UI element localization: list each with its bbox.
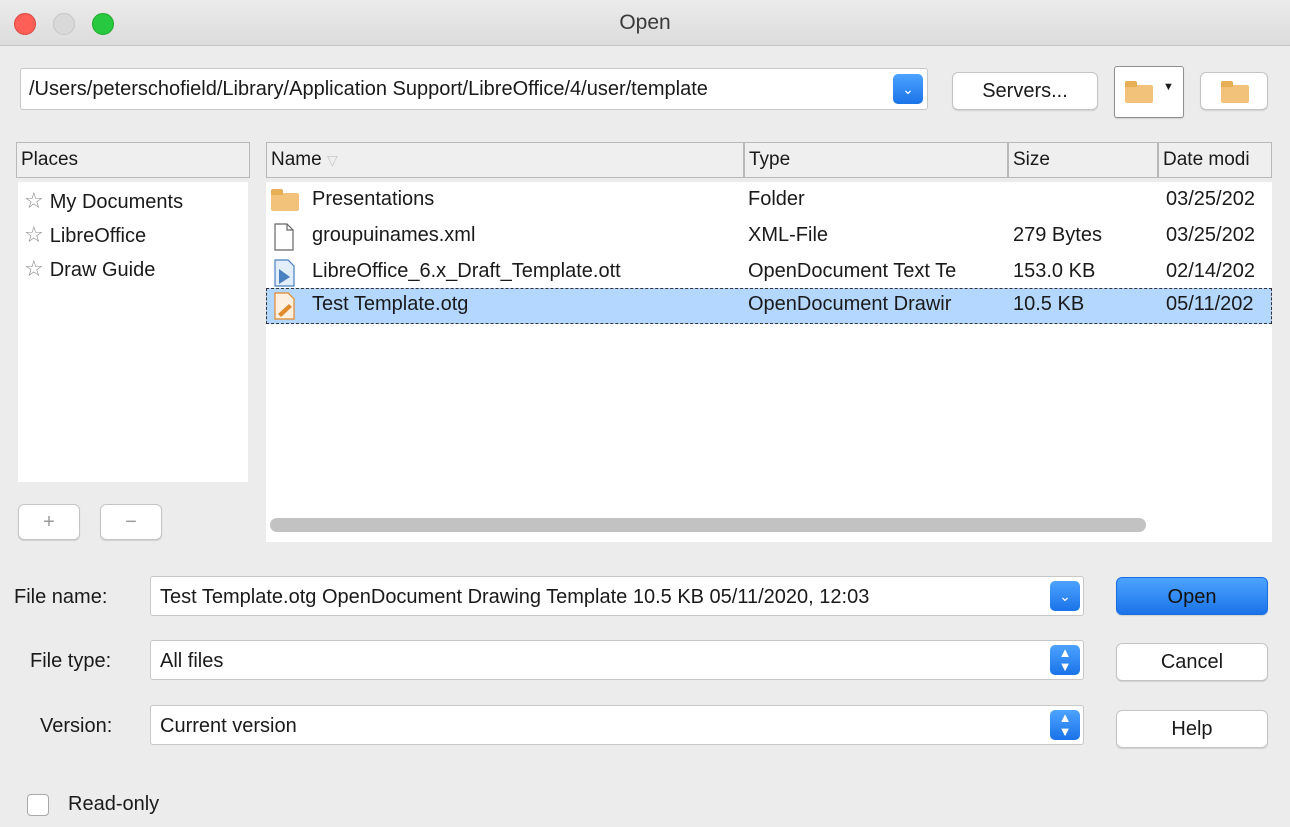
file-row-draft-template[interactable]: LibreOffice_6.x_Draft_Template.ott OpenD… [266, 255, 1272, 291]
open-folder-icon [1221, 81, 1249, 103]
file-type: OpenDocument Drawir [748, 293, 952, 315]
up-folder-button[interactable] [1200, 72, 1268, 110]
place-label: Draw Guide [49, 259, 156, 281]
file-icon [274, 223, 294, 251]
help-label: Help [1171, 718, 1213, 740]
column-header-type[interactable]: Type [744, 142, 1008, 178]
file-size: 10.5 KB [1013, 293, 1085, 315]
places-list: ☆ My Documents ☆ LibreOffice ☆ Draw Guide [18, 182, 248, 482]
file-type: Folder [748, 188, 805, 210]
add-place-button[interactable]: + [18, 504, 80, 540]
chevron-down-icon: ⌄ [1059, 588, 1071, 604]
version-select[interactable]: Current version ▲ ▼ [150, 705, 1084, 745]
file-row-groupuinames[interactable]: groupuinames.xml XML-File 279 Bytes 03/2… [266, 219, 1272, 255]
sort-indicator-icon: ▽ [326, 152, 338, 168]
file-row-test-template[interactable]: Test Template.otg OpenDocument Drawir 10… [266, 288, 1272, 324]
version-stepper[interactable]: ▲ ▼ [1050, 710, 1080, 740]
writer-template-icon [274, 259, 295, 287]
column-name-label: Name [271, 149, 322, 170]
servers-label: Servers... [982, 80, 1068, 102]
path-dropdown-button[interactable]: ⌄ [893, 74, 923, 104]
file-date: 03/25/202 [1166, 188, 1255, 210]
plus-icon: + [43, 511, 55, 533]
file-date: 05/11/202 [1166, 293, 1254, 315]
column-header-name[interactable]: Name ▽ [266, 142, 744, 178]
servers-button[interactable]: Servers... [952, 72, 1098, 110]
place-item-my-documents[interactable]: ☆ My Documents [24, 188, 183, 220]
file-type-select[interactable]: All files ▲ ▼ [150, 640, 1084, 680]
file-name: groupuinames.xml [312, 224, 476, 246]
star-icon: ☆ [24, 222, 44, 247]
file-type-value: All files [160, 650, 224, 672]
place-label: My Documents [49, 191, 184, 213]
file-name: Test Template.otg [312, 293, 469, 315]
place-label: LibreOffice [49, 225, 147, 247]
file-name: Presentations [312, 188, 435, 210]
version-value: Current version [160, 715, 297, 737]
title-bar: Open [0, 0, 1290, 46]
file-type-label: File type: [30, 650, 112, 672]
places-header: Places [16, 142, 250, 178]
cancel-button[interactable]: Cancel [1116, 643, 1268, 681]
place-item-libreoffice[interactable]: ☆ LibreOffice [24, 222, 146, 254]
file-date: 03/25/202 [1166, 224, 1255, 246]
file-date: 02/14/202 [1166, 260, 1255, 282]
new-folder-menu-button[interactable]: ▼ [1114, 66, 1184, 118]
remove-place-button[interactable]: − [100, 504, 162, 540]
chevron-down-icon: ⌄ [902, 81, 914, 97]
path-text: /Users/peterschofield/Library/Applicatio… [29, 78, 708, 100]
read-only-label: Read-only [68, 793, 160, 815]
version-label: Version: [40, 715, 113, 737]
file-list[interactable]: Presentations Folder 03/25/202 groupuina… [266, 182, 1272, 542]
chevron-up-down-icon: ▲ ▼ [1058, 645, 1072, 674]
path-combobox[interactable]: /Users/peterschofield/Library/Applicatio… [20, 68, 928, 110]
file-name-value: Test Template.otg OpenDocument Drawing T… [160, 586, 870, 608]
help-button[interactable]: Help [1116, 710, 1268, 748]
star-icon: ☆ [24, 188, 44, 213]
folder-icon [1125, 81, 1153, 103]
file-row-presentations[interactable]: Presentations Folder 03/25/202 [266, 183, 1272, 219]
file-size: 153.0 KB [1013, 260, 1096, 282]
folder-icon [271, 189, 299, 211]
read-only-checkbox[interactable] [27, 794, 49, 816]
column-header-size[interactable]: Size [1008, 142, 1158, 178]
draw-template-icon [274, 292, 295, 320]
minus-icon: − [125, 511, 137, 533]
file-name-dropdown-button[interactable]: ⌄ [1050, 581, 1080, 611]
column-header-date[interactable]: Date modi [1158, 142, 1272, 178]
file-type-stepper[interactable]: ▲ ▼ [1050, 645, 1080, 675]
place-item-draw-guide[interactable]: ☆ Draw Guide [24, 256, 155, 288]
dropdown-arrow-icon: ▼ [1163, 81, 1174, 93]
open-button[interactable]: Open [1116, 577, 1268, 615]
star-icon: ☆ [24, 256, 44, 281]
file-name-label: File name: [14, 586, 108, 608]
cancel-label: Cancel [1160, 651, 1224, 673]
horizontal-scrollbar[interactable] [270, 518, 1146, 532]
file-type: OpenDocument Text Te [748, 260, 957, 282]
window-title: Open [619, 11, 671, 34]
file-type: XML-File [748, 224, 829, 246]
file-size: 279 Bytes [1013, 224, 1102, 246]
file-name: LibreOffice_6.x_Draft_Template.ott [312, 260, 621, 282]
chevron-up-down-icon: ▲ ▼ [1058, 710, 1072, 739]
open-label: Open [1167, 586, 1217, 608]
file-name-combobox[interactable]: Test Template.otg OpenDocument Drawing T… [150, 576, 1084, 616]
